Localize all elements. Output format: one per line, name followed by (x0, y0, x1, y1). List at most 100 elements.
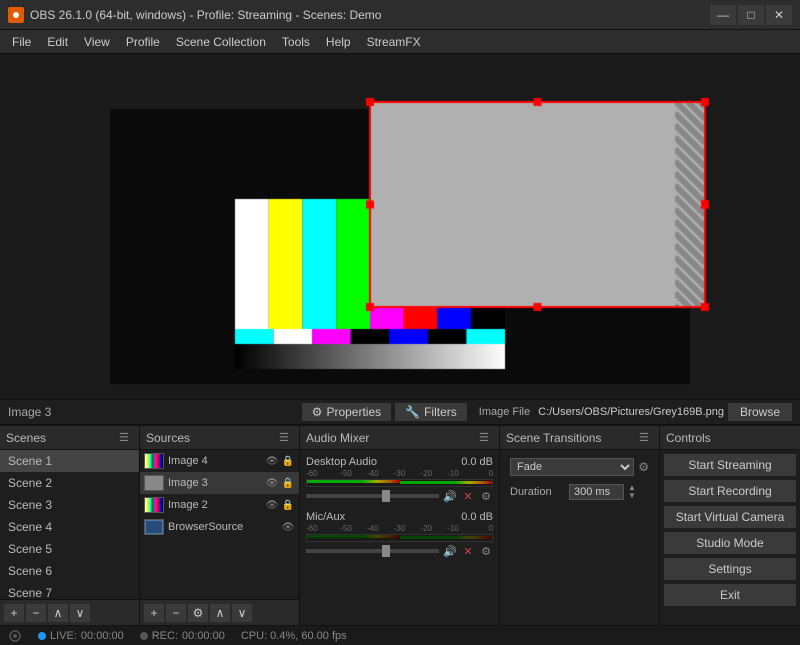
source-item-image2[interactable]: Image 2 👁 🔒 (140, 494, 299, 516)
source-down-button[interactable]: ∨ (232, 604, 252, 622)
source-lock-icon-image2[interactable]: 🔒 (281, 498, 295, 512)
desktop-audio-meter (306, 479, 493, 487)
source-item-image4[interactable]: Image 4 👁 🔒 (140, 450, 299, 472)
source-name-image4: Image 4 (168, 455, 261, 467)
filters-button[interactable]: 🔧 Filters (395, 403, 467, 421)
titlebar-title: OBS 26.1.0 (64-bit, windows) - Profile: … (30, 8, 381, 22)
studio-mode-button[interactable]: Studio Mode (664, 532, 796, 554)
audio-mixer-header: Audio Mixer ☰ (300, 426, 499, 450)
audio-mixer-menu-icon[interactable]: ☰ (479, 431, 493, 445)
duration-input[interactable] (569, 484, 624, 500)
transition-settings-icon[interactable]: ⚙ (638, 460, 649, 474)
sources-panel-menu-icon[interactable]: ☰ (279, 431, 293, 445)
menu-profile[interactable]: Profile (118, 33, 168, 51)
scenes-panel-footer: + − ∧ ∨ (0, 599, 139, 625)
settings-button[interactable]: Settings (664, 558, 796, 580)
menu-scene-collection[interactable]: Scene Collection (168, 33, 274, 51)
mic-audio-fader-thumb[interactable] (382, 545, 390, 557)
scene-item-2[interactable]: Scene 2 (0, 472, 139, 494)
source-visibility-icon-image2[interactable]: 👁 (265, 498, 279, 512)
scene-item-6[interactable]: Scene 6 (0, 560, 139, 582)
source-item-browsersource[interactable]: BrowserSource 👁 (140, 516, 299, 538)
mic-audio-fader-row: 🔊 ✕ ⚙ (306, 544, 493, 558)
add-scene-button[interactable]: + (4, 604, 24, 622)
source-settings-button[interactable]: ⚙ (188, 604, 208, 622)
titlebar-left: OBS 26.1.0 (64-bit, windows) - Profile: … (8, 7, 381, 23)
live-status: LIVE: 00:00:00 (38, 630, 124, 642)
menu-streamfx[interactable]: StreamFX (359, 33, 429, 51)
add-source-button[interactable]: + (144, 604, 164, 622)
scene-item-5[interactable]: Scene 5 (0, 538, 139, 560)
duration-label: Duration (510, 486, 565, 498)
preview-area (0, 54, 800, 399)
source-name-image2: Image 2 (168, 499, 261, 511)
menu-edit[interactable]: Edit (39, 33, 76, 51)
exit-button[interactable]: Exit (664, 584, 796, 606)
selected-source-label: Image 3 (8, 405, 302, 419)
mic-remove-icon[interactable]: ✕ (461, 544, 475, 558)
properties-button[interactable]: ⚙ Properties (302, 403, 391, 421)
scenes-panel-header: Scenes ☰ (0, 426, 139, 450)
browse-button[interactable]: Browse (728, 403, 792, 421)
desktop-audio-fader-row: 🔊 ✕ ⚙ (306, 489, 493, 503)
transitions-panel-menu-icon[interactable]: ☰ (639, 431, 653, 445)
source-item-image3[interactable]: Image 3 👁 🔒 (140, 472, 299, 494)
scene-item-1[interactable]: Scene 1 (0, 450, 139, 472)
remove-source-button[interactable]: − (166, 604, 186, 622)
menu-tools[interactable]: Tools (274, 33, 318, 51)
start-streaming-button[interactable]: Start Streaming (664, 454, 796, 476)
start-virtual-camera-button[interactable]: Start Virtual Camera (664, 506, 796, 528)
controls-panel: Controls Start Streaming Start Recording… (660, 426, 800, 625)
menu-view[interactable]: View (76, 33, 118, 51)
source-visibility-icon-browsersource[interactable]: 👁 (281, 520, 295, 534)
source-icons-image2: 👁 🔒 (265, 498, 295, 512)
scene-up-button[interactable]: ∧ (48, 604, 68, 622)
source-thumb-image4 (144, 453, 164, 469)
desktop-audio-label: Desktop Audio (306, 456, 377, 468)
maximize-button[interactable]: □ (738, 5, 764, 25)
sources-panel-header: Sources ☰ (140, 426, 299, 450)
mic-audio-fader[interactable] (306, 549, 439, 553)
mic-settings-icon[interactable]: ⚙ (479, 544, 493, 558)
controls-panel-header: Controls (660, 426, 800, 450)
source-label-bar: Image 3 ⚙ Properties 🔧 Filters Image Fil… (0, 399, 800, 425)
live-label: LIVE: (50, 630, 77, 642)
scene-item-4[interactable]: Scene 4 (0, 516, 139, 538)
remove-scene-button[interactable]: − (26, 604, 46, 622)
menu-help[interactable]: Help (318, 33, 359, 51)
minimize-button[interactable]: — (710, 5, 736, 25)
desktop-audio-settings-icon[interactable]: ⚙ (479, 489, 493, 503)
scenes-panel-menu-icon[interactable]: ☰ (119, 431, 133, 445)
desktop-audio-fader[interactable] (306, 494, 439, 498)
start-recording-button[interactable]: Start Recording (664, 480, 796, 502)
rec-time: 00:00:00 (182, 630, 225, 642)
image-file-label: Image File (479, 406, 530, 418)
scenes-panel: Scenes ☰ Scene 1 Scene 2 Scene 3 Scene 4… (0, 426, 140, 625)
audio-track-mic-header: Mic/Aux 0.0 dB (306, 511, 493, 523)
scene-down-button[interactable]: ∨ (70, 604, 90, 622)
source-thumb-image2 (144, 497, 164, 513)
source-visibility-icon-image4[interactable]: 👁 (265, 454, 279, 468)
transition-type-select[interactable]: Fade Cut Swipe Slide Stinger (510, 458, 634, 476)
menu-file[interactable]: File (4, 33, 39, 51)
titlebar-controls[interactable]: — □ ✕ (710, 5, 792, 25)
audio-track-desktop-header: Desktop Audio 0.0 dB (306, 456, 493, 468)
scenes-list: Scene 1 Scene 2 Scene 3 Scene 4 Scene 5 … (0, 450, 139, 599)
source-visibility-icon-image3[interactable]: 👁 (265, 476, 279, 490)
close-button[interactable]: ✕ (766, 5, 792, 25)
desktop-audio-fader-thumb[interactable] (382, 490, 390, 502)
duration-down-button[interactable]: ▼ (628, 492, 640, 500)
scene-item-3[interactable]: Scene 3 (0, 494, 139, 516)
duration-spinner: ▲ ▼ (628, 484, 640, 500)
live-dot (38, 632, 46, 640)
source-lock-icon-image3[interactable]: 🔒 (281, 476, 295, 490)
desktop-settings-icon[interactable]: ✕ (461, 489, 475, 503)
transitions-panel-title: Scene Transitions (506, 431, 601, 445)
transitions-panel-header: Scene Transitions ☰ (500, 426, 659, 450)
desktop-mute-icon[interactable]: 🔊 (443, 489, 457, 503)
source-lock-icon-image4[interactable]: 🔒 (281, 454, 295, 468)
sources-panel-footer: + − ⚙ ∧ ∨ (140, 599, 299, 625)
source-up-button[interactable]: ∧ (210, 604, 230, 622)
scene-item-7[interactable]: Scene 7 (0, 582, 139, 599)
mic-mute-icon[interactable]: 🔊 (443, 544, 457, 558)
